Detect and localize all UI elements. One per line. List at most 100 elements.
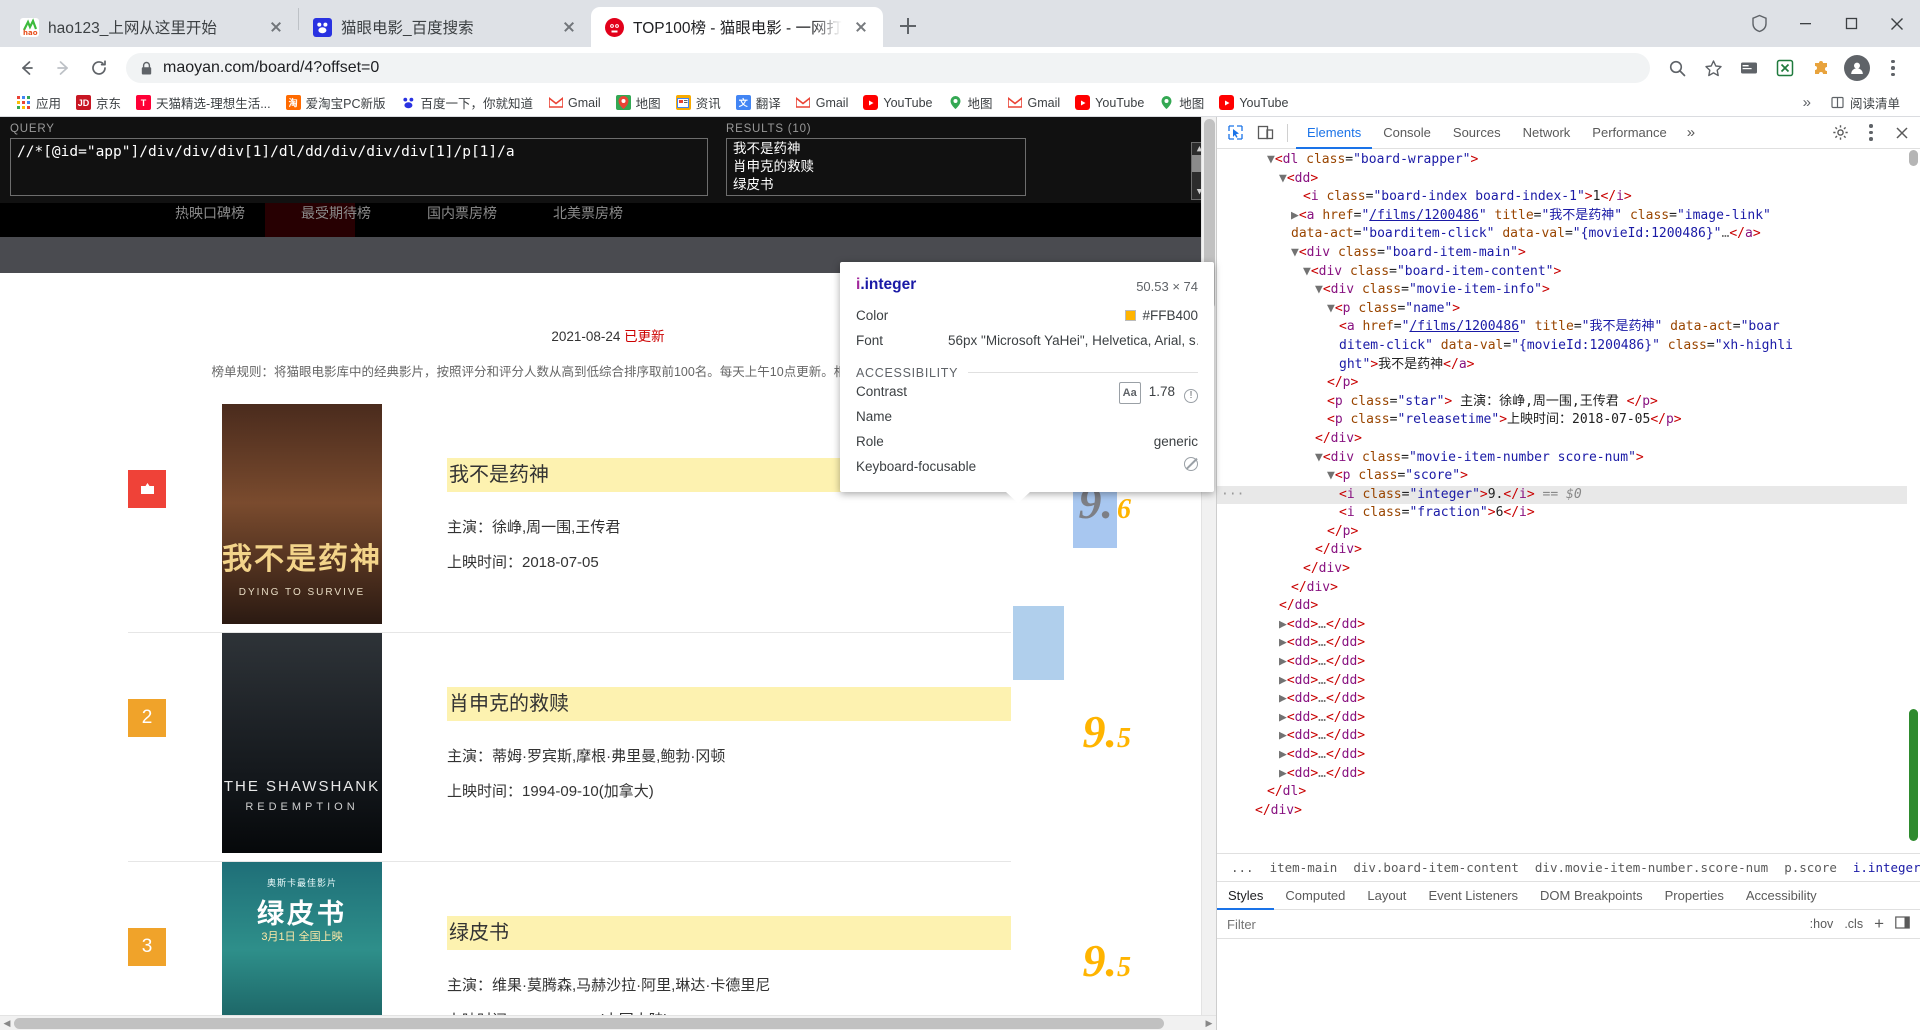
reading-list-button[interactable]: 阅读清单 xyxy=(1824,90,1906,115)
devtools-tab-network[interactable]: Network xyxy=(1512,117,1582,149)
dom-line[interactable]: ▶<dd>…</dd> xyxy=(1217,672,1920,691)
dom-line[interactable]: data-act="boarditem-click" data-val="{mo… xyxy=(1217,225,1920,244)
back-button[interactable] xyxy=(10,51,44,85)
scroll-right-arrow-icon[interactable]: ▶ xyxy=(1202,1016,1216,1030)
gear-icon[interactable] xyxy=(1826,120,1854,146)
dom-line[interactable]: ▼<div class="board-item-main"> xyxy=(1217,244,1920,263)
styles-tab-event-listeners[interactable]: Event Listeners xyxy=(1417,881,1529,910)
dom-line[interactable]: </div> xyxy=(1217,430,1920,449)
devtools-tab-elements[interactable]: Elements xyxy=(1296,117,1372,149)
class-state-button[interactable]: .cls xyxy=(1844,917,1863,931)
dom-line[interactable]: ▼<dl class="board-wrapper"> xyxy=(1217,151,1920,170)
window-maximize-button[interactable] xyxy=(1828,0,1874,47)
xpath-query-input[interactable]: //*[@id="app"]/div/div/div[1]/dl/dd/div/… xyxy=(10,138,708,196)
dom-line[interactable]: ▼<p class="score"> xyxy=(1217,467,1920,486)
inspect-element-icon[interactable] xyxy=(1221,120,1249,146)
dom-line[interactable]: ▼<div class="movie-item-number score-num… xyxy=(1217,449,1920,468)
scrollbar-thumb[interactable] xyxy=(14,1018,1164,1029)
sub-nav-item-2[interactable]: 国内票房榜 xyxy=(427,203,497,223)
dom-line[interactable]: <i class="fraction">6</i> xyxy=(1217,504,1920,523)
dom-line[interactable]: </div> xyxy=(1217,579,1920,598)
breadcrumb-item-1[interactable]: item-main xyxy=(1264,858,1344,877)
search-zoom-icon[interactable] xyxy=(1660,51,1694,85)
devtools-more-tabs-icon[interactable]: » xyxy=(1678,124,1704,141)
styles-tab-dom-breakpoints[interactable]: DOM Breakpoints xyxy=(1529,881,1654,910)
address-bar[interactable]: maoyan.com/board/4?offset=0 xyxy=(126,53,1650,83)
dom-line[interactable]: <p class="star"> 主演：徐峥,周一围,王传君 </p> xyxy=(1217,393,1920,412)
xpath-results-list[interactable]: 我不是药神 肖申克的救赎 绿皮书 海上钢琴师 霸王别姬 xyxy=(726,138,1026,196)
scrollbar-thumb[interactable] xyxy=(1909,709,1918,841)
bookmark-item[interactable]: 地图 xyxy=(942,90,999,115)
hover-state-button[interactable]: :hov xyxy=(1810,917,1834,931)
dom-line[interactable]: </p> xyxy=(1217,374,1920,393)
dom-line[interactable]: </div> xyxy=(1217,802,1920,821)
device-toolbar-icon[interactable] xyxy=(1251,120,1279,146)
dom-line[interactable]: <p class="releasetime">上映时间：2018-07-05</… xyxy=(1217,411,1920,430)
devtools-tab-sources[interactable]: Sources xyxy=(1442,117,1512,149)
tab-close-icon[interactable] xyxy=(851,17,871,37)
bookmark-item[interactable]: JD 京东 xyxy=(70,90,127,115)
dom-line[interactable]: </dd> xyxy=(1217,597,1920,616)
bookmark-star-icon[interactable] xyxy=(1696,51,1730,85)
close-icon[interactable] xyxy=(1888,120,1916,146)
board-item-name[interactable]: 绿皮书 xyxy=(447,916,1011,950)
reload-button[interactable] xyxy=(82,51,116,85)
styles-tab-computed[interactable]: Computed xyxy=(1274,881,1356,910)
dom-line[interactable]: ▶<dd>…</dd> xyxy=(1217,690,1920,709)
bookmark-item[interactable]: 淘 爱淘宝PC新版 xyxy=(280,90,392,115)
extension-x-icon[interactable] xyxy=(1768,51,1802,85)
dom-line[interactable]: </div> xyxy=(1217,541,1920,560)
styles-tab-layout[interactable]: Layout xyxy=(1356,881,1417,910)
devtools-tab-performance[interactable]: Performance xyxy=(1581,117,1677,149)
browser-tab-3[interactable]: TOP100榜 - 猫眼电影 - 一网打尽好电影 xyxy=(591,7,883,47)
board-item-name[interactable]: 肖申克的救赎 xyxy=(447,687,1011,721)
page-vertical-scrollbar[interactable] xyxy=(1201,117,1216,1030)
dom-line[interactable]: ▶<dd>…</dd> xyxy=(1217,634,1920,653)
dom-line[interactable]: ▼<div class="board-item-content"> xyxy=(1217,263,1920,282)
bookmark-item[interactable]: T 天猫精选-理想生活... xyxy=(130,90,277,115)
styles-tab-properties[interactable]: Properties xyxy=(1654,881,1735,910)
three-dot-menu-icon[interactable] xyxy=(1857,120,1885,146)
scroll-up-arrow-icon[interactable] xyxy=(1909,150,1918,166)
browser-tab-1[interactable]: hao hao123_上网从这里开始 xyxy=(6,7,298,47)
new-style-rule-button[interactable]: + xyxy=(1874,914,1884,934)
dom-line[interactable]: <i class="board-index board-index-1">1</… xyxy=(1217,188,1920,207)
bookmark-item[interactable]: YouTube xyxy=(1213,92,1294,113)
dom-line[interactable]: ▶<dd>…</dd> xyxy=(1217,727,1920,746)
window-minimize-button[interactable] xyxy=(1782,0,1828,47)
dom-line[interactable]: <a href="/films/1200486" title="我不是药神" d… xyxy=(1217,318,1920,337)
dom-line-selected[interactable]: ··· <i class="integer">9.</i> == $0 xyxy=(1217,485,1920,505)
dom-line[interactable]: </div> xyxy=(1217,560,1920,579)
scroll-left-arrow-icon[interactable]: ◀ xyxy=(0,1016,14,1030)
new-tab-button[interactable] xyxy=(891,9,925,43)
bookmark-item[interactable]: 地图 xyxy=(610,90,667,115)
styles-tab-styles[interactable]: Styles xyxy=(1217,881,1274,910)
dom-line[interactable]: ▶<a href="/films/1200486" title="我不是药神" … xyxy=(1217,207,1920,226)
dom-line[interactable]: ▼<p class="name"> xyxy=(1217,300,1920,319)
extension-card-icon[interactable] xyxy=(1732,51,1766,85)
page-horizontal-scrollbar[interactable]: ◀ ▶ xyxy=(0,1015,1216,1030)
dom-line[interactable]: ▶<dd>…</dd> xyxy=(1217,709,1920,728)
breadcrumb-item-3[interactable]: div.movie-item-number.score-num xyxy=(1529,858,1774,877)
board-item-poster[interactable]: 奥斯卡最佳影片 绿皮书 3月1日 全国上映 xyxy=(222,862,382,1030)
bookmarks-overflow-chevron[interactable]: » xyxy=(1797,94,1817,111)
bookmark-item[interactable]: 地图 xyxy=(1153,90,1210,115)
dom-line[interactable]: ▶<dd>…</dd> xyxy=(1217,616,1920,635)
dom-line[interactable]: </p> xyxy=(1217,523,1920,542)
bookmark-item[interactable]: 文 翻译 xyxy=(730,90,787,115)
dom-line[interactable]: ▼<dd> xyxy=(1217,170,1920,189)
breadcrumb-item-2[interactable]: div.board-item-content xyxy=(1347,858,1525,877)
dom-tree[interactable]: ▼<dl class="board-wrapper"> ▼<dd> <i class… xyxy=(1217,149,1920,853)
board-item-poster[interactable]: THE SHAWSHANK REDEMPTION xyxy=(222,633,382,853)
tab-close-icon[interactable] xyxy=(559,17,579,37)
styles-tab-accessibility[interactable]: Accessibility xyxy=(1735,881,1828,910)
breadcrumb-item-0[interactable]: ... xyxy=(1225,858,1260,877)
bookmark-item[interactable]: 百度一下，你就知道 xyxy=(395,90,540,115)
sub-nav-item-3[interactable]: 北美票房榜 xyxy=(553,203,623,223)
toggle-sidebar-icon[interactable] xyxy=(1895,915,1910,933)
board-item-poster[interactable]: 我不是药神 DYING TO SURVIVE xyxy=(222,404,382,624)
sub-nav-item-1[interactable]: 最受期待榜 xyxy=(301,203,371,223)
breadcrumb-item-5[interactable]: i.integer xyxy=(1847,858,1920,877)
sub-nav-item-0[interactable]: 热映口碑榜 xyxy=(175,203,245,223)
board-item[interactable]: 2 THE SHAWSHANK REDEMPTION 肖申克的救赎 主演：蒂姆·… xyxy=(128,633,1131,862)
